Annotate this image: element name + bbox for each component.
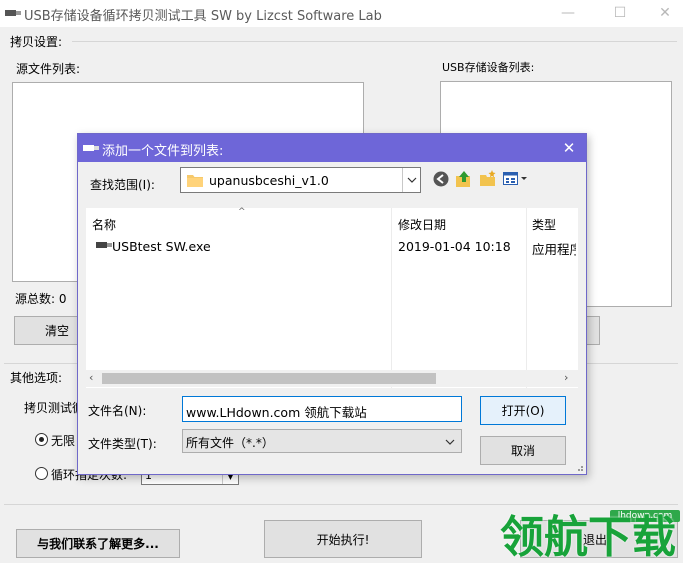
column-header-name[interactable]: 名称 <box>92 216 116 233</box>
look-in-select[interactable]: upanusbceshi_v1.0 <box>180 167 421 193</box>
open-file-dialog: 添加一个文件到列表: ✕ 查找范围(I): upanusbceshi_v1.0 … <box>77 133 587 475</box>
chevron-right-icon[interactable]: › <box>564 371 568 384</box>
window-title: USB存储设备循环拷贝测试工具 SW by Lizcst Software La… <box>24 9 382 24</box>
dialog-title: 添加一个文件到列表: <box>102 144 224 159</box>
usb-drive-icon <box>83 145 99 151</box>
minimize-button[interactable]: — <box>545 0 591 27</box>
open-button[interactable]: 打开(O) <box>480 396 566 425</box>
usb-drive-icon <box>96 242 112 248</box>
radio-loop-count[interactable] <box>35 467 48 480</box>
contact-button[interactable]: 与我们联系了解更多... <box>16 529 180 558</box>
group-divider <box>4 504 678 505</box>
chevron-left-icon[interactable]: ‹ <box>89 371 93 384</box>
resize-grip-icon[interactable] <box>574 462 584 472</box>
file-type: 应用程序 <box>532 242 576 257</box>
new-folder-icon[interactable] <box>479 170 497 188</box>
close-button[interactable]: ✕ <box>642 0 683 27</box>
file-name: USBtest SW.exe <box>112 239 211 254</box>
chevron-down-icon <box>445 439 455 445</box>
column-header-modified[interactable]: 修改日期 <box>398 216 446 233</box>
main-titlebar: USB存储设备循环拷贝测试工具 SW by Lizcst Software La… <box>0 0 683 27</box>
group-divider <box>72 41 677 42</box>
folder-icon <box>187 175 203 187</box>
filename-label: 文件名(N): <box>88 404 147 418</box>
filename-input[interactable]: www.LHdown.com 领航下载站 <box>182 396 462 422</box>
up-folder-icon[interactable] <box>455 170 473 188</box>
view-menu-icon[interactable] <box>503 171 529 187</box>
file-list[interactable]: ^ 名称 修改日期 类型 USBtest SW.exe 2019-01-04 1… <box>86 207 578 388</box>
test-loop-label: 拷贝测试循 <box>24 401 85 415</box>
start-button[interactable]: 开始执行! <box>264 520 422 558</box>
radio-unlimited-label: 无限 <box>51 434 76 448</box>
sort-arrow-icon: ^ <box>238 207 246 217</box>
file-modified: 2019-01-04 10:18 <box>398 239 511 254</box>
column-separator <box>526 208 527 388</box>
filename-value: www.LHdown.com 领航下载站 <box>186 405 367 420</box>
list-item[interactable]: USBtest SW.exe 2019-01-04 10:18 应用程序 <box>86 236 578 257</box>
column-header-type[interactable]: 类型 <box>532 216 556 233</box>
radio-unlimited[interactable] <box>35 433 48 446</box>
dialog-close-icon[interactable]: ✕ <box>558 137 580 159</box>
back-icon[interactable] <box>433 171 449 187</box>
column-separator <box>391 208 392 388</box>
filetype-value: 所有文件（*.*） <box>186 436 274 450</box>
chevron-down-icon[interactable] <box>402 168 420 192</box>
filetype-label: 文件类型(T): <box>88 437 157 451</box>
look-in-label: 查找范围(I): <box>90 178 155 192</box>
look-in-value: upanusbceshi_v1.0 <box>209 173 329 188</box>
filetype-select[interactable]: 所有文件（*.*） <box>182 429 462 453</box>
source-list-label: 源文件列表: <box>16 62 81 76</box>
source-count-label: 源总数: 0 <box>15 292 67 306</box>
usb-drive-icon <box>5 10 21 16</box>
watermark-brand: 领航下载 <box>500 512 676 563</box>
scrollbar-thumb[interactable] <box>102 373 436 384</box>
maximize-button[interactable]: ☐ <box>597 0 643 27</box>
other-options-label: 其他选项: <box>10 371 63 385</box>
dialog-titlebar: 添加一个文件到列表: ✕ <box>78 134 586 162</box>
horizontal-scrollbar[interactable]: ‹ › <box>86 370 578 387</box>
cancel-button[interactable]: 取消 <box>480 436 566 465</box>
copy-settings-label: 拷贝设置: <box>10 35 63 49</box>
usb-list-label: USB存储设备列表: <box>442 61 535 74</box>
